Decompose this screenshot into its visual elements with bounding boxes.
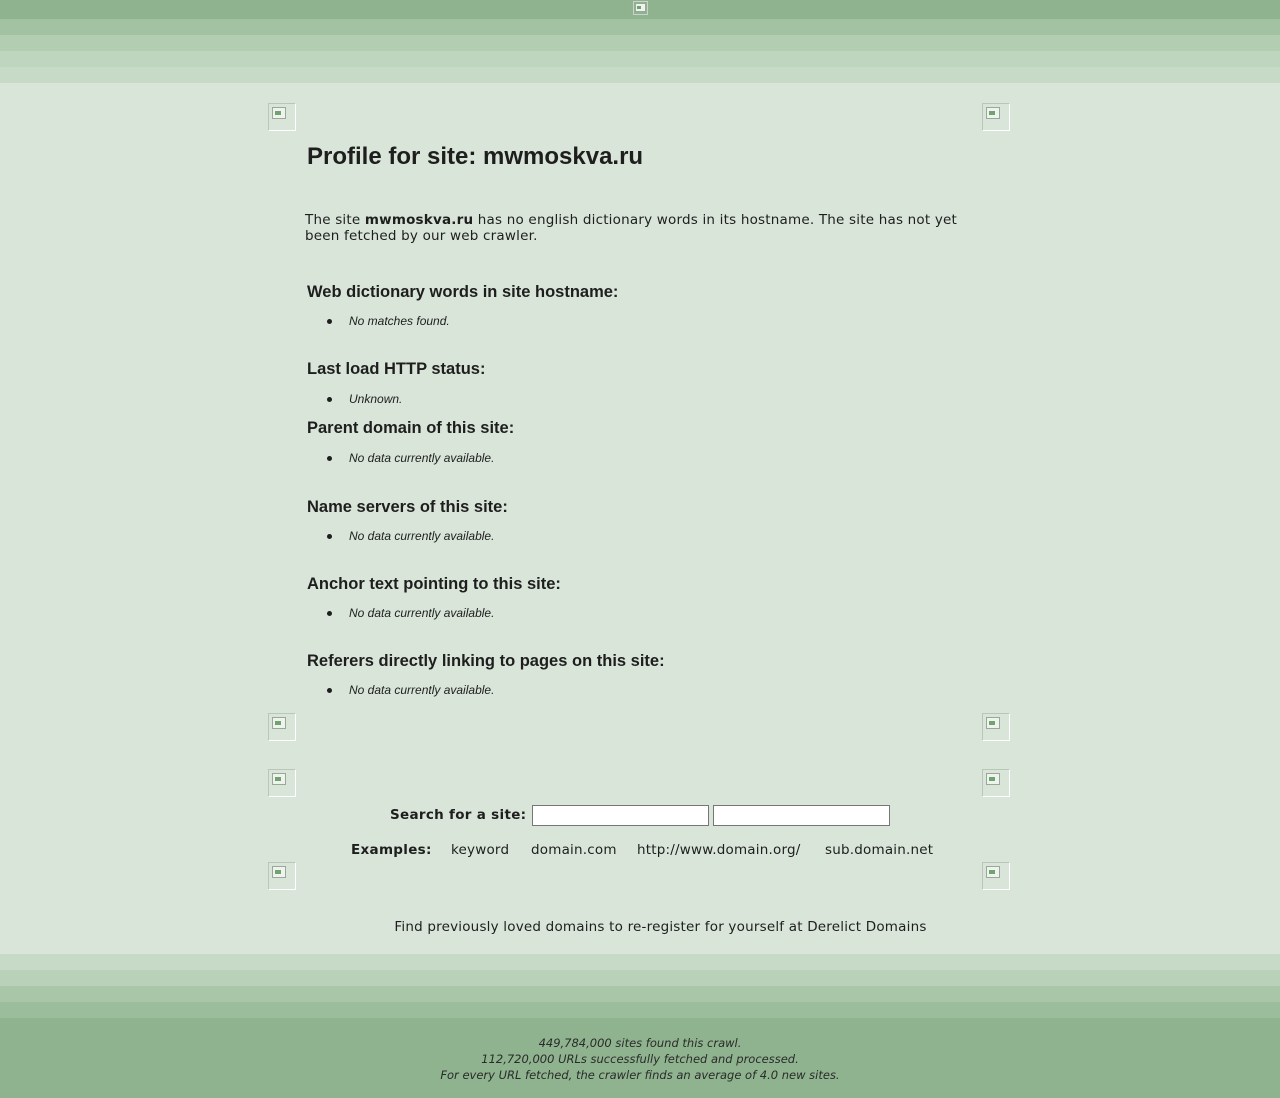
page-title: Profile for site: mwmoskva.ru — [307, 143, 644, 170]
promo-text: Find previously loved domains to re-regi… — [0, 919, 1280, 935]
footer-band — [0, 970, 1280, 986]
corner-image-bottom-left — [268, 713, 296, 741]
intro-text: The site mwmoskva.ru has no english dict… — [305, 212, 995, 244]
intro-site-name: mwmoskva.ru — [364, 212, 474, 228]
footer-average: For every URL fetched, the crawler finds… — [440, 1068, 840, 1082]
search-corner-image-top-right — [982, 769, 1010, 797]
header-band — [0, 35, 1280, 51]
bullet — [327, 688, 332, 693]
example-link-domain[interactable]: domain.com — [531, 842, 617, 858]
search-corner-image-bottom-left — [268, 862, 296, 890]
derelict-domains-link[interactable]: Derelict Domains — [807, 919, 926, 935]
search-corner-image-bottom-right — [982, 862, 1010, 890]
search-input[interactable] — [532, 805, 709, 826]
section-heading-referers: Referers directly linking to pages on th… — [307, 652, 665, 670]
example-link-keyword[interactable]: keyword — [451, 842, 509, 858]
header-band — [0, 51, 1280, 67]
search-label: Search for a site: — [390, 807, 527, 823]
bullet — [327, 397, 332, 402]
examples-label: Examples: — [351, 842, 432, 858]
section-item-http-status: Unknown. — [349, 392, 403, 406]
site-logo-image[interactable] — [633, 1, 648, 15]
section-item-referers: No data currently available. — [349, 683, 495, 697]
example-link-url[interactable]: http://www.domain.org/ — [637, 842, 800, 858]
bullet — [327, 611, 332, 616]
corner-image-bottom-right — [982, 713, 1010, 741]
header-band — [0, 67, 1280, 83]
section-heading-dictionary-words: Web dictionary words in site hostname: — [307, 283, 619, 301]
section-item-name-servers: No data currently available. — [349, 529, 495, 543]
section-heading-http-status: Last load HTTP status: — [307, 360, 486, 378]
footer-band — [0, 986, 1280, 1002]
section-heading-parent-domain: Parent domain of this site: — [307, 419, 515, 437]
bullet — [327, 534, 332, 539]
section-item-anchor-text: No data currently available. — [349, 606, 495, 620]
intro-prefix: The site — [305, 212, 365, 228]
section-item-dictionary-words: No matches found. — [349, 314, 450, 328]
header-band — [0, 19, 1280, 35]
search-corner-image-top-left — [268, 769, 296, 797]
corner-image-top-right — [982, 103, 1010, 131]
footer-band — [0, 1002, 1280, 1018]
footer-urls-fetched: 112,720,000 URLs successfully fetched an… — [481, 1052, 799, 1066]
bullet — [327, 456, 332, 461]
section-item-parent-domain: No data currently available. — [349, 451, 495, 465]
section-heading-name-servers: Name servers of this site: — [307, 498, 508, 516]
search-input-secondary[interactable] — [713, 805, 890, 826]
bullet — [327, 319, 332, 324]
corner-image-top-left — [268, 103, 296, 131]
example-link-subdomain[interactable]: sub.domain.net — [825, 842, 933, 858]
footer-band — [0, 954, 1280, 970]
footer-sites-found: 449,784,000 sites found this crawl. — [538, 1036, 742, 1050]
promo-prefix: Find previously loved domains to re-regi… — [394, 919, 808, 935]
section-heading-anchor-text: Anchor text pointing to this site: — [307, 575, 561, 593]
